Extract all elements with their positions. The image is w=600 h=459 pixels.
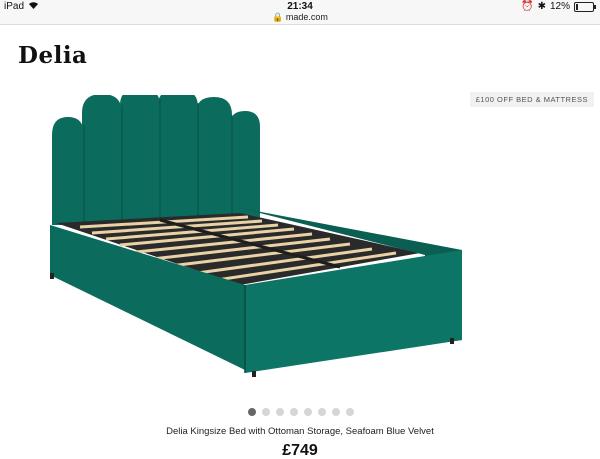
carousel-dot[interactable] (262, 408, 270, 416)
carousel-dot[interactable] (332, 408, 340, 416)
lock-icon: 🔒 (272, 12, 284, 22)
alarm-icon: ⏰ (521, 1, 534, 12)
product-caption: Delia Kingsize Bed with Ottoman Storage,… (166, 426, 434, 437)
headboard (52, 95, 260, 225)
carousel-dot[interactable] (248, 408, 256, 416)
carousel-dot[interactable] (290, 408, 298, 416)
battery-percent: 12% (549, 1, 570, 12)
battery-icon (574, 1, 596, 12)
battery-fill (576, 3, 578, 10)
image-carousel-dots (248, 408, 354, 416)
status-time: 21:34 (287, 1, 313, 12)
status-right: ⏰ ✱ 12% (521, 1, 596, 12)
bluetooth-icon: ✱ (537, 1, 546, 12)
product-title: Delia (18, 42, 88, 69)
promo-badge[interactable]: £100 OFF BED & MATTRESS (469, 92, 594, 107)
carousel-dot[interactable] (346, 408, 354, 416)
ios-status-bar: iPad 21:34 🔒 made.com ⏰ ✱ 12% (0, 0, 600, 25)
carousel-dot[interactable] (276, 408, 284, 416)
carousel-dot[interactable] (304, 408, 312, 416)
url-text: made.com (285, 12, 328, 22)
product-image-bed[interactable] (40, 95, 470, 385)
carousel-dot[interactable] (318, 408, 326, 416)
product-price: £749 (282, 442, 318, 459)
address-bar-url[interactable]: 🔒 made.com (0, 12, 600, 23)
